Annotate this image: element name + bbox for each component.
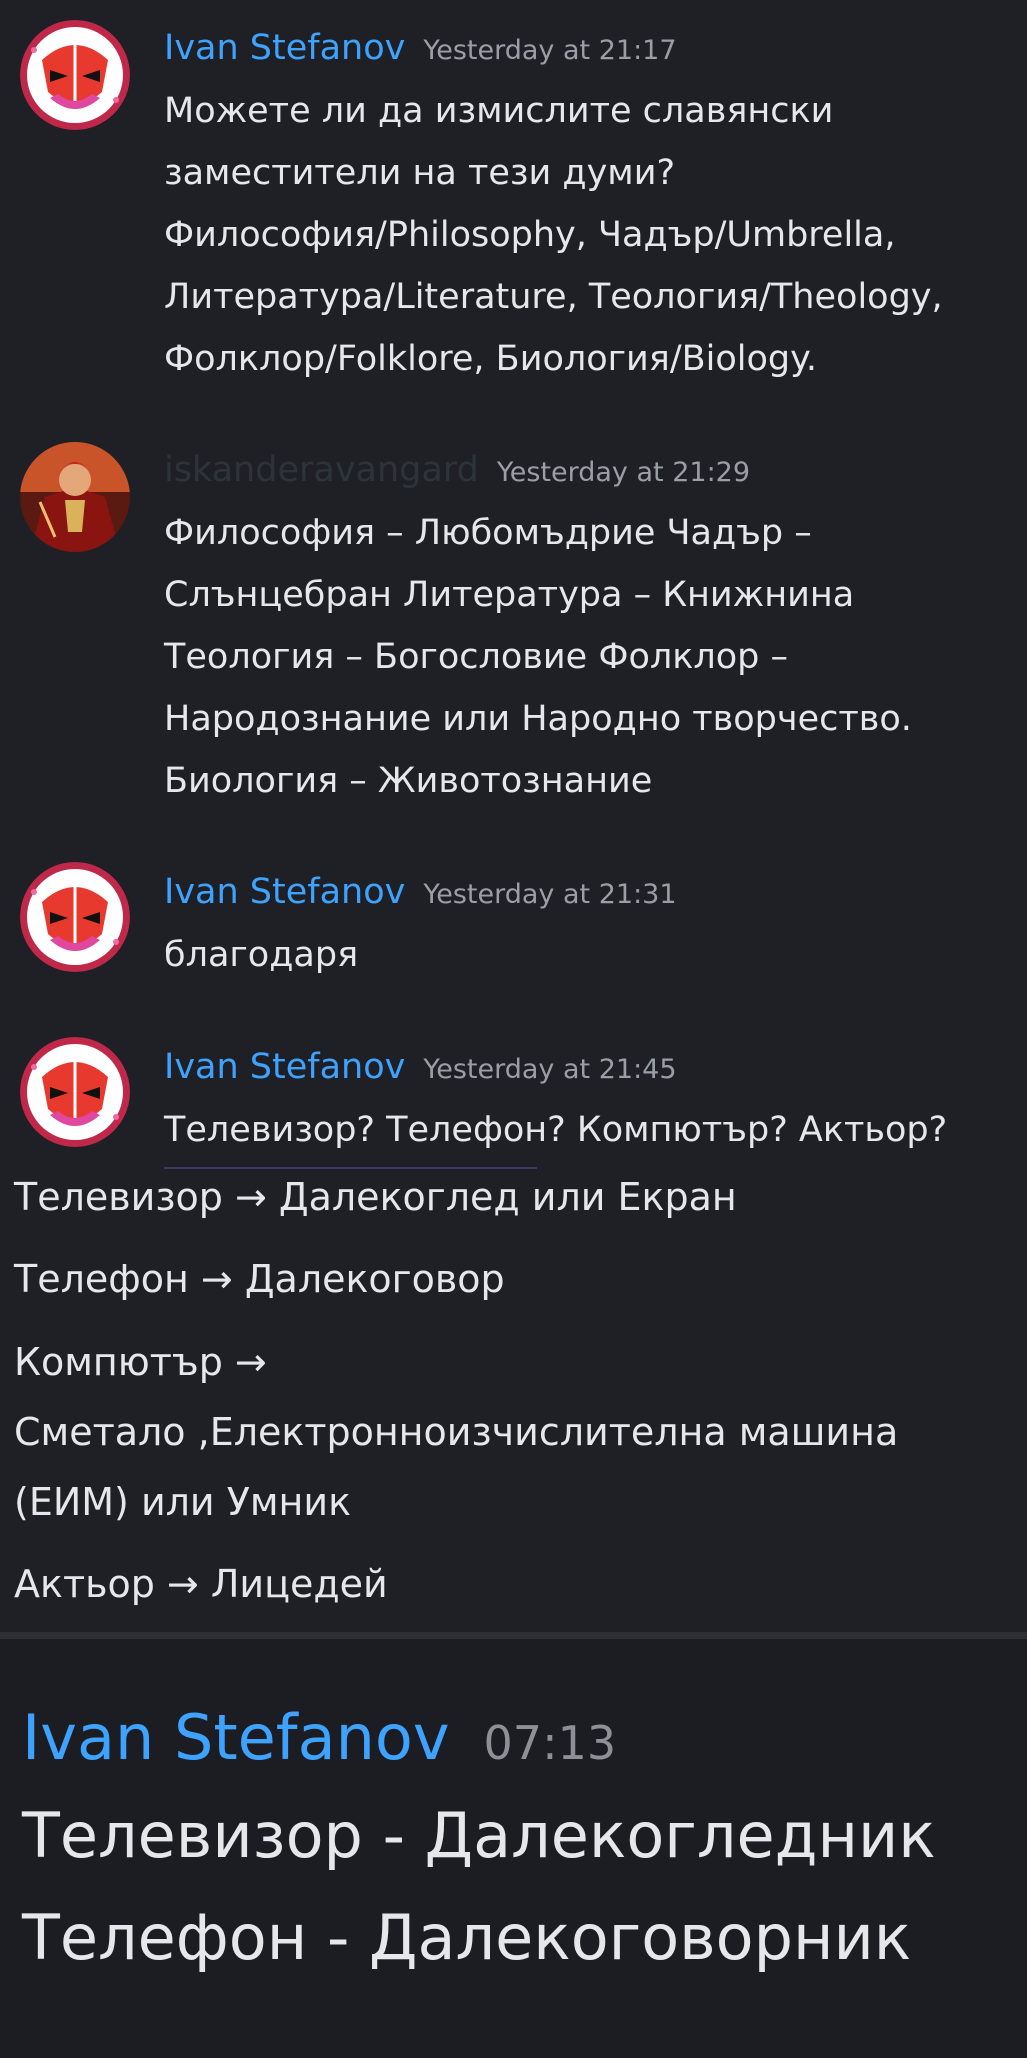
message-line: Народознание или Народно творчество. — [164, 699, 912, 739]
message-2: iskanderavangard Yesterday at 21:29 Филос… — [0, 420, 1027, 840]
red-mask-avatar-icon — [20, 1037, 130, 1147]
author-name[interactable]: Ivan Stefanov — [164, 872, 405, 912]
reply-line: Компютър → — [14, 1340, 267, 1384]
message-timestamp[interactable]: Yesterday at 21:17 — [423, 35, 676, 66]
reply-line: Телефон → Далекоговор — [14, 1257, 505, 1301]
author-name[interactable]: Ivan Stefanov — [164, 1047, 405, 1087]
avatar-ivan-stefanov[interactable] — [20, 1037, 130, 1147]
message-timestamp[interactable]: Yesterday at 21:29 — [497, 457, 750, 488]
avatar-iskanderavangard[interactable] — [20, 442, 130, 552]
message-body: благодаря — [164, 924, 1014, 986]
message-3: Ivan Stefanov Yesterday at 21:31 благодар… — [0, 840, 1027, 1015]
message-line: Фолклор/Folklore, Биология/Biology. — [164, 339, 817, 379]
message-line: заместители на тези думи? — [164, 153, 676, 193]
message-body: Философия – Любомъдрие Чадър – Слънцебра… — [164, 502, 1014, 812]
message-timestamp[interactable]: Yesterday at 21:31 — [423, 879, 676, 910]
reply-line: Актьор → Лицедей — [14, 1562, 388, 1606]
message-body: Можете ли да измислите славянски замести… — [164, 80, 1014, 390]
zoomed-message-line: Телефон - Далекоговорник — [22, 1901, 912, 1974]
message-timestamp[interactable]: 07:13 — [484, 1716, 617, 1770]
message-4: Ivan Stefanov Yesterday at 21:45 Телевизо… — [0, 1015, 1027, 1175]
message-line: Литература/Literature, Теология/Theology… — [164, 277, 943, 317]
reply-line: Сметало ,Електронноизчислителна машина — [14, 1410, 899, 1454]
message-header: Ivan Stefanov Yesterday at 21:31 — [164, 872, 677, 912]
section-divider — [0, 1632, 1027, 1639]
red-caped-warrior-avatar-icon — [20, 442, 130, 552]
message-timestamp[interactable]: Yesterday at 21:45 — [423, 1054, 676, 1085]
red-mask-avatar-icon — [20, 862, 130, 972]
message-line: Философия – Любомъдрие Чадър – — [164, 513, 812, 553]
zoomed-message-section: Ivan Stefanov 07:13 Телевизор - Далекогле… — [0, 1639, 1027, 2058]
underline-divider — [164, 1167, 537, 1169]
message-line: Можете ли да измислите славянски — [164, 91, 834, 131]
message-1: Ivan Stefanov Yesterday at 21:17 Можете л… — [0, 0, 1027, 420]
message-header: Ivan Stefanov Yesterday at 21:45 — [164, 1047, 677, 1087]
message-line: Биология – Животознание — [164, 761, 653, 801]
red-mask-avatar-icon — [20, 20, 130, 130]
author-name[interactable]: Ivan Stefanov — [22, 1701, 450, 1774]
zoomed-message-line: Телевизор - Далекогледник — [22, 1799, 936, 1872]
message-header: Ivan Stefanov Yesterday at 21:17 — [164, 28, 677, 68]
message-line: Теология – Богословие Фолклор – — [164, 637, 789, 677]
message-line: благодаря — [164, 935, 359, 975]
author-name[interactable]: Ivan Stefanov — [164, 28, 405, 68]
zoomed-message-header: Ivan Stefanov 07:13 — [22, 1701, 616, 1774]
avatar-ivan-stefanov[interactable] — [20, 862, 130, 972]
message-body: Телевизор? Телефон? Компютър? Актьор? — [164, 1099, 1014, 1161]
reply-line: Телевизор → Далекоглед или Екран — [14, 1175, 737, 1219]
message-header: iskanderavangard Yesterday at 21:29 — [164, 450, 750, 490]
author-name[interactable]: iskanderavangard — [164, 450, 479, 490]
reply-line: (ЕИМ) или Умник — [14, 1480, 352, 1524]
message-line: Телевизор? Телефон? Компютър? Актьор? — [164, 1110, 948, 1150]
message-line: Слънцебран Литература – Книжнина — [164, 575, 855, 615]
message-line: Философия/Philosophy, Чадър/Umbrella, — [164, 215, 896, 255]
avatar-ivan-stefanov[interactable] — [20, 20, 130, 130]
